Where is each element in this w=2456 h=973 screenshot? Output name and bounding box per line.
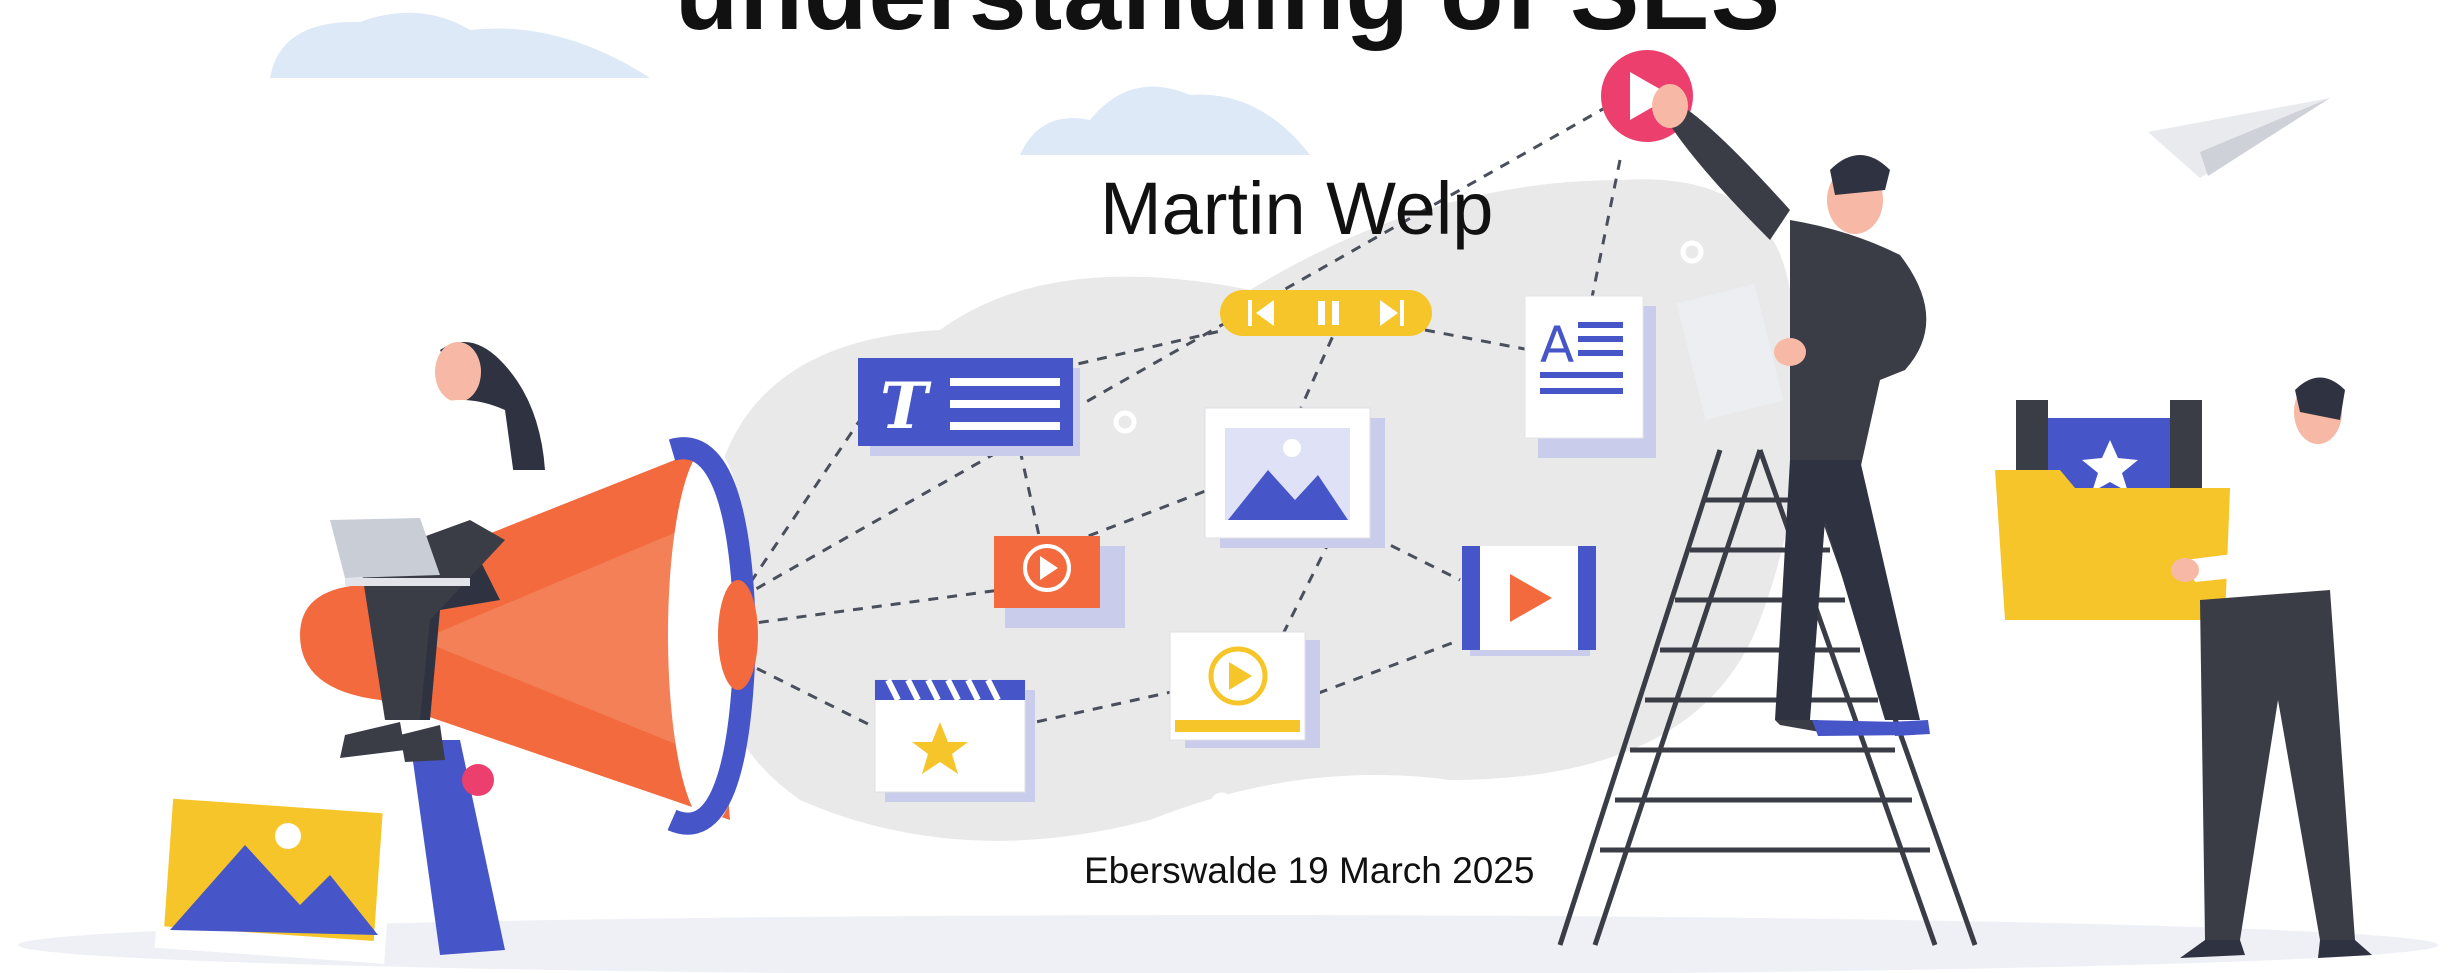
slide-illustration: T A bbox=[18, 12, 2438, 973]
clapperboard-card bbox=[874, 678, 1035, 802]
svg-text:A: A bbox=[1540, 316, 1574, 374]
paper-plane-icon bbox=[2148, 98, 2330, 178]
place-and-date: Eberswalde 19 March 2025 bbox=[1084, 850, 1535, 891]
film-folder bbox=[1995, 400, 2230, 620]
video-card-yellow bbox=[1169, 631, 1320, 748]
slide-title: understanding of SES bbox=[0, 0, 2456, 46]
image-card bbox=[1204, 407, 1385, 548]
article-document-card: A bbox=[1524, 295, 1656, 458]
landscape-picture-card bbox=[154, 788, 396, 964]
author-name: Martin Welp bbox=[1100, 167, 1494, 250]
cloud bbox=[1020, 86, 1310, 155]
text-document-card: T bbox=[858, 358, 1080, 456]
svg-text:T: T bbox=[880, 369, 932, 444]
media-control-bar bbox=[1220, 290, 1432, 336]
filmstrip-card bbox=[1462, 546, 1596, 656]
video-card-orange bbox=[994, 536, 1125, 628]
